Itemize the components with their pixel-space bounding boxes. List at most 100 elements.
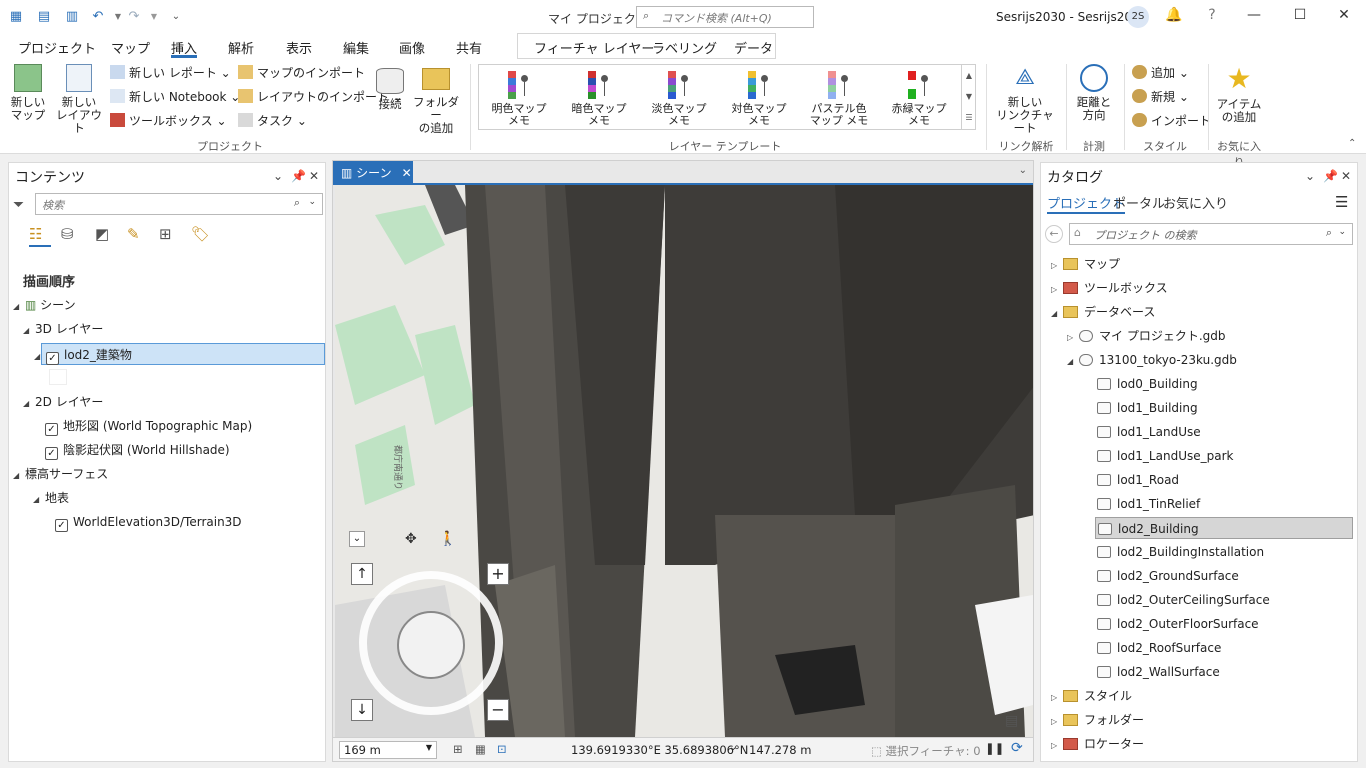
- help-icon[interactable]: ?: [1202, 7, 1222, 27]
- tab-imagery[interactable]: 画像: [399, 38, 425, 58]
- catalog-item-databases[interactable]: ◢ データベース: [1051, 301, 1155, 323]
- tab-edit[interactable]: 編集: [343, 38, 369, 58]
- catalog-feature-item[interactable]: lod0_Building: [1097, 373, 1198, 395]
- tree-item-lod2-building[interactable]: ◢ ✓ lod2_建築物: [34, 343, 325, 365]
- avatar[interactable]: 2S: [1127, 6, 1149, 28]
- catalog-tab-portal[interactable]: ポータル: [1113, 193, 1165, 212]
- map-overview-icon[interactable]: ▤: [1005, 713, 1018, 729]
- pin-icon[interactable]: 📌: [1323, 169, 1338, 183]
- tab-analysis[interactable]: 解析: [228, 38, 254, 58]
- tab-map[interactable]: マップ: [111, 38, 150, 58]
- visibility-checkbox[interactable]: ✓: [45, 447, 58, 460]
- visibility-checkbox[interactable]: ✓: [55, 519, 68, 532]
- catalog-item-toolboxes[interactable]: ▷ ツールボックス: [1051, 277, 1168, 299]
- new-layout-button[interactable]: 新しい レイアウト: [56, 64, 102, 135]
- customize-toolbar-icon[interactable]: ⌄: [168, 9, 184, 25]
- pause-drawing-icon[interactable]: ❚❚: [985, 741, 1004, 755]
- catalog-feature-item[interactable]: lod2_RoofSurface: [1097, 637, 1221, 659]
- new-project-icon[interactable]: ▦: [8, 9, 24, 25]
- contents-search-input[interactable]: 検索 ⌕ ⌄: [35, 193, 323, 215]
- scroll-down-icon[interactable]: ▼: [962, 86, 976, 107]
- search-icon[interactable]: ⌕: [1326, 226, 1332, 240]
- expand-arrow-icon[interactable]: ▷: [1051, 687, 1063, 709]
- catalog-feature-item[interactable]: lod1_Building: [1097, 397, 1198, 419]
- chevron-down-icon[interactable]: ▼: [426, 743, 432, 752]
- catalog-menu-icon[interactable]: ☰: [1335, 193, 1348, 211]
- grid-icon[interactable]: ▦: [475, 742, 486, 756]
- pane-options-icon[interactable]: ⌄: [1305, 169, 1315, 183]
- add-folder-button[interactable]: フォルダー の追加: [412, 64, 460, 135]
- tab-data[interactable]: データ: [734, 38, 773, 58]
- template-pale-map-notes[interactable]: 淡色マップ メモ: [639, 71, 719, 127]
- gallery-scroll[interactable]: ▲ ▼ ☰: [961, 65, 976, 129]
- expand-arrow-icon[interactable]: ▷: [1051, 735, 1063, 757]
- style-import-button[interactable]: インポート: [1132, 111, 1211, 131]
- chevron-down-icon[interactable]: ⌄: [308, 197, 316, 207]
- catalog-feature-item[interactable]: lod2_OuterCeilingSurface: [1097, 589, 1270, 611]
- distance-direction-button[interactable]: 距離と 方向: [1072, 64, 1116, 122]
- add-item-favorites-button[interactable]: ★ アイテム の追加: [1214, 64, 1264, 124]
- tab-insert[interactable]: 挿入: [171, 38, 198, 58]
- collapse-arrow-icon[interactable]: ◢: [1051, 303, 1063, 325]
- tree-item-2d-layers[interactable]: ◢ 2D レイヤー: [23, 391, 103, 413]
- visibility-checkbox[interactable]: ✓: [45, 423, 58, 436]
- refresh-icon[interactable]: ⟳: [1011, 740, 1023, 756]
- catalog-feature-item-selected[interactable]: lod2_Building: [1095, 517, 1353, 539]
- catalog-feature-item[interactable]: lod2_GroundSurface: [1097, 565, 1239, 587]
- search-icon[interactable]: ⌕: [294, 196, 300, 210]
- list-by-snapping-icon[interactable]: ⊞: [159, 225, 172, 243]
- catalog-feature-item[interactable]: lod1_LandUse_park: [1097, 445, 1233, 467]
- new-notebook-button[interactable]: 新しい Notebook ⌄: [110, 87, 240, 107]
- list-by-editing-icon[interactable]: ✎: [127, 225, 140, 243]
- chevron-down-icon[interactable]: ⌄: [1338, 227, 1346, 237]
- catalog-tab-favorites[interactable]: お気に入り: [1163, 193, 1228, 212]
- back-icon[interactable]: ←: [1045, 225, 1063, 243]
- list-by-selection-icon[interactable]: ◩: [95, 225, 109, 243]
- pin-icon[interactable]: 📌: [291, 169, 306, 183]
- layer-symbol-swatch[interactable]: [49, 369, 67, 385]
- new-report-button[interactable]: 新しい レポート ⌄: [110, 63, 231, 83]
- tree-item-scene[interactable]: ◢ ▥ シーン: [13, 294, 76, 316]
- collapse-arrow-icon[interactable]: ◢: [23, 320, 35, 342]
- catalog-feature-item[interactable]: lod2_WallSurface: [1097, 661, 1220, 683]
- zoom-out-button[interactable]: −: [487, 699, 509, 721]
- template-pastel-map-notes[interactable]: パステル色 マップ メモ: [799, 71, 879, 127]
- list-by-source-icon[interactable]: ⛁: [61, 225, 74, 243]
- new-link-chart-button[interactable]: ⟁ 新しい リンクチャート: [992, 64, 1058, 135]
- command-search-input[interactable]: ⌕ コマンド検索 (Alt+Q): [636, 6, 814, 28]
- import-map-button[interactable]: マップのインポート: [238, 63, 365, 83]
- catalog-item-locators[interactable]: ▷ ロケーター: [1051, 733, 1144, 755]
- list-by-labeling-icon[interactable]: 🏷: [191, 225, 210, 243]
- catalog-feature-item[interactable]: lod1_LandUse: [1097, 421, 1201, 443]
- catalog-item-maps[interactable]: ▷ マップ: [1051, 253, 1120, 275]
- zoom-in-button[interactable]: +: [487, 563, 509, 585]
- catalog-feature-item[interactable]: lod2_BuildingInstallation: [1097, 541, 1264, 563]
- tilt-up-button[interactable]: ↑: [351, 563, 373, 585]
- template-light-map-notes[interactable]: 明色マップ メモ: [479, 71, 559, 127]
- tree-item-3d-layers[interactable]: ◢ 3D レイヤー: [23, 318, 103, 340]
- template-red-green-map-notes[interactable]: 赤緑マップ メモ: [879, 71, 959, 127]
- nav-options-icon[interactable]: ⌄: [349, 531, 365, 547]
- catalog-feature-item[interactable]: lod2_OuterFloorSurface: [1097, 613, 1259, 635]
- undo-icon[interactable]: ↶: [90, 9, 106, 25]
- expand-arrow-icon[interactable]: ▷: [1051, 255, 1063, 277]
- collapse-arrow-icon[interactable]: ◢: [23, 393, 35, 415]
- close-pane-icon[interactable]: ✕: [1341, 169, 1351, 183]
- collapse-arrow-icon[interactable]: ◢: [13, 296, 25, 318]
- tab-feature-layer[interactable]: フィーチャ レイヤー: [534, 38, 654, 58]
- catalog-item-folders[interactable]: ▷ フォルダー: [1051, 709, 1144, 731]
- account-name[interactable]: Sesrijs2030 - Sesrijs2030: [996, 10, 1147, 24]
- catalog-feature-item[interactable]: lod1_TinRelief: [1097, 493, 1200, 515]
- catalog-search-input[interactable]: ⌂ プロジェクト の検索 ⌕ ⌄: [1069, 223, 1353, 245]
- task-button[interactable]: タスク ⌄: [238, 111, 307, 131]
- coordinate-format-icon[interactable]: ⌄: [729, 742, 737, 753]
- scale-select[interactable]: 169 m ▼: [339, 741, 437, 759]
- navigator-globe-icon[interactable]: [397, 611, 465, 679]
- template-contrast-map-notes[interactable]: 対色マップ メモ: [719, 71, 799, 127]
- template-dark-map-notes[interactable]: 暗色マップ メモ: [559, 71, 639, 127]
- close-pane-icon[interactable]: ✕: [309, 169, 319, 183]
- scene-canvas[interactable]: 都庁南通り ⌄ ✥ 🚶 ↑ + ↓ − ▤: [335, 185, 1033, 737]
- snapping-icon[interactable]: ⊞: [453, 742, 463, 756]
- tree-item-topographic[interactable]: ✓ 地形図 (World Topographic Map): [45, 415, 252, 437]
- style-new-button[interactable]: 新規 ⌄: [1132, 87, 1189, 107]
